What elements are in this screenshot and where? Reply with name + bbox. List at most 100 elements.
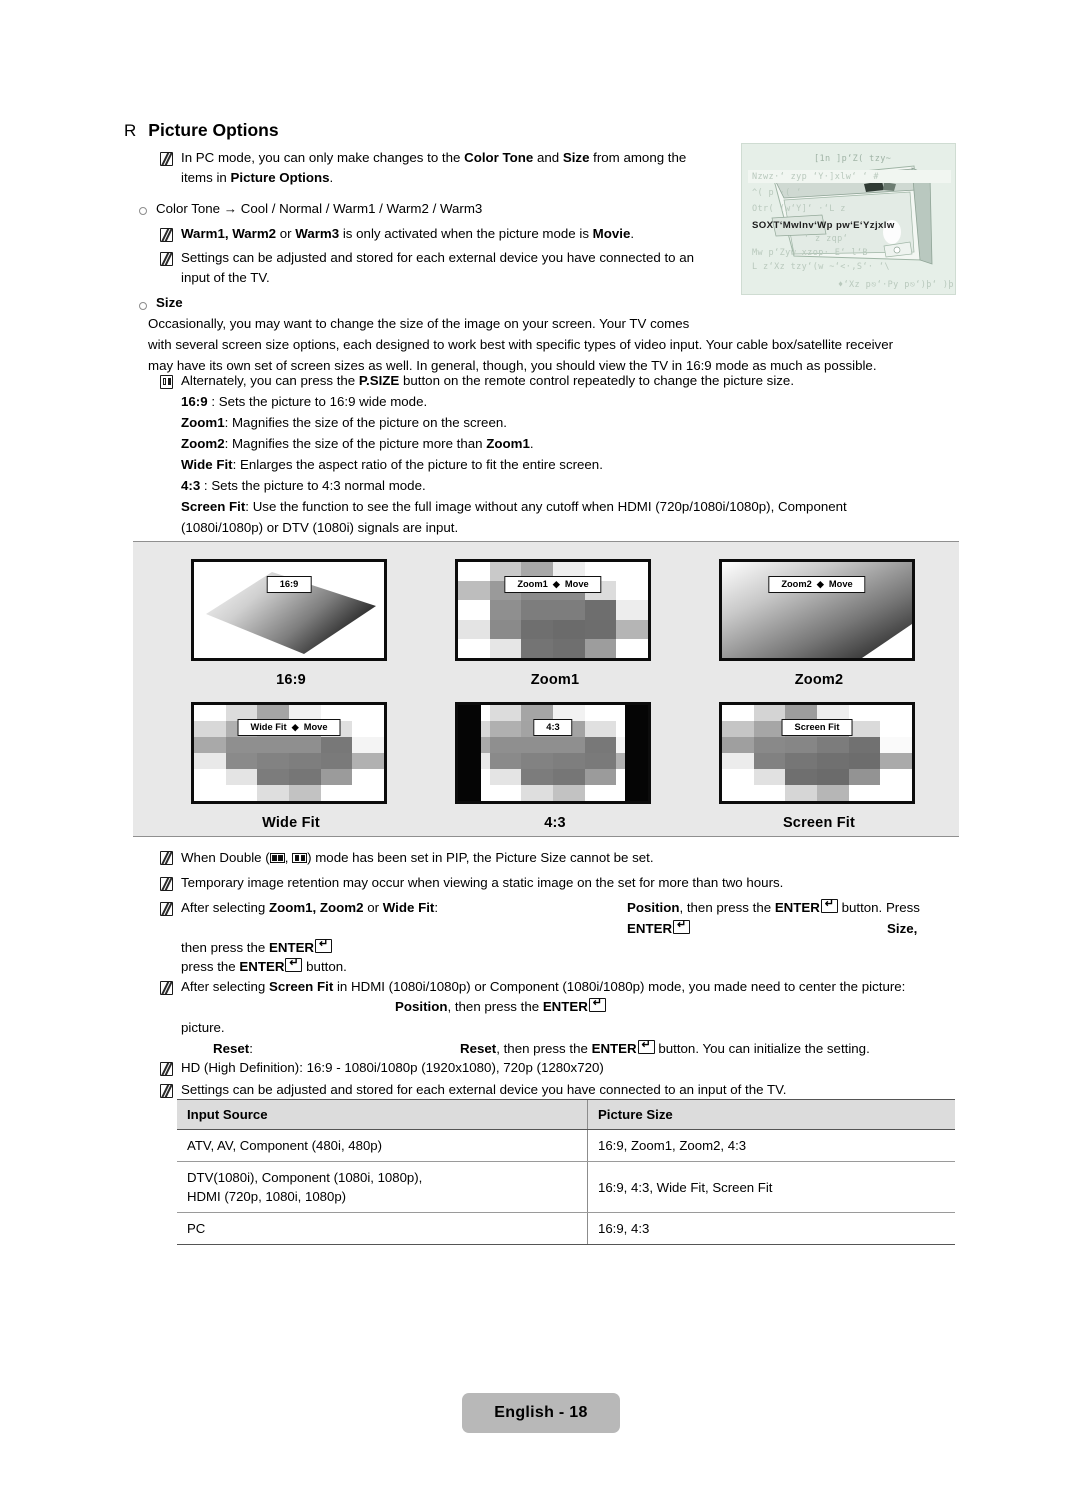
- page-number-badge: English - 18: [462, 1393, 620, 1433]
- note-text-post: from among the: [589, 150, 687, 165]
- note-pencil-icon: [160, 228, 173, 242]
- table-cell-source: ATV, AV, Component (480i, 480p): [177, 1129, 588, 1162]
- note-text-post: button. You can initialize the setting.: [654, 1041, 870, 1056]
- mode-desc: Magnifies the size of the picture more t…: [231, 436, 487, 451]
- note-after-screenfit: After selecting Screen Fit in HDMI (1080…: [181, 977, 905, 998]
- osd-badge-move: Move: [564, 579, 589, 589]
- note-text-period: .: [630, 226, 635, 241]
- table-cell-size: 16:9, Zoom1, Zoom2, 4:3: [587, 1129, 955, 1162]
- note-after-zoom-line3: then press the ENTER: [181, 938, 333, 959]
- pillarbox-bar-left: [458, 705, 481, 801]
- note-text-colon: :: [249, 1041, 253, 1056]
- table-header-picture-size: Picture Size: [587, 1099, 955, 1130]
- sample-caption: 16:9: [276, 672, 306, 688]
- sample-caption: Zoom1: [530, 672, 580, 688]
- note-bold-position: Position: [395, 999, 448, 1014]
- note-after-screenfit-line2: Position, then press the ENTER: [395, 997, 606, 1018]
- note-bold-widefit: Wide Fit: [382, 900, 435, 915]
- section-title-text: Picture Options: [148, 120, 279, 140]
- osd-line-8: ♦‘Xz p⎋‘·Py p⎋‘)þ‘ )þ: [838, 280, 954, 290]
- note-pencil-icon: [160, 851, 173, 865]
- note-pencil-icon: [160, 152, 173, 166]
- note-bold-color-tone: Color Tone: [464, 150, 534, 165]
- circle-bullet-icon: [139, 207, 147, 215]
- table-cell-size: 16:9, 4:3, Wide Fit, Screen Fit: [587, 1161, 955, 1213]
- osd-badge-text: Zoom2: [781, 579, 812, 589]
- page-title: R Picture Options: [124, 120, 279, 141]
- note-text-press: press the: [181, 959, 240, 974]
- mode-desc-screenfit: Screen Fit: Use the function to see the …: [181, 497, 847, 518]
- note-text-press: , then press the: [679, 900, 775, 915]
- note-after-zoom-left: After selecting Zoom1, Zoom2 or Wide Fit…: [181, 898, 438, 919]
- note-text-button: button.: [302, 959, 347, 974]
- note-bold-warm12: Warm1, Warm2: [181, 226, 277, 241]
- table-header-input-source: Input Source: [177, 1099, 588, 1130]
- size-alternately: Alternately, you can press the P.SIZE bu…: [181, 371, 794, 392]
- mode-sep: :: [224, 436, 232, 451]
- table-cell-size: 16:9, 4:3: [587, 1212, 955, 1245]
- table-cell-source-line1: DTV(1080i), Component (1080i, 1080p),: [187, 1170, 423, 1185]
- size-paragraph-line2: with several screen size options, each d…: [148, 337, 894, 352]
- mode-desc-tail: .: [529, 436, 534, 451]
- note-text-mid: and: [533, 150, 563, 165]
- tv-screen-preview: 16:9: [191, 559, 387, 661]
- mode-desc: Use the function to see the full image w…: [252, 499, 847, 514]
- sample-caption: Wide Fit: [262, 815, 320, 831]
- mode-desc-43: 4:3 : Sets the picture to 4:3 normal mod…: [181, 476, 426, 497]
- osd-badge: Zoom1 ◆ Move: [504, 576, 602, 593]
- mode-desc-zoom1: Zoom1: Magnifies the size of the picture…: [181, 413, 507, 434]
- tv-screen-preview: Screen Fit: [719, 702, 915, 804]
- table-cell-source-line2: HDMI (720p, 1080i, 1080p): [187, 1189, 347, 1204]
- mode-desc: Sets the picture to 16:9 wide mode.: [218, 394, 428, 409]
- mode-term: Screen Fit: [181, 499, 246, 514]
- note-pencil-icon: [160, 252, 173, 266]
- note-text-colon: :: [434, 900, 439, 915]
- size-label: Size: [156, 295, 183, 310]
- circle-bullet-icon: [139, 302, 147, 310]
- osd-menu-illustration: [1n ]p‘Z( tzy~ Nzwz·‘ zyp ‘Y·]xlw‘ ‘ # ^…: [741, 143, 956, 295]
- osd-badge: Screen Fit: [781, 719, 853, 736]
- note-bold-picture-options: Picture Options: [230, 170, 330, 185]
- note-after-screenfit-line3: picture.: [181, 1020, 225, 1035]
- note-warm-modes: Warm1, Warm2 or Warm3 is only activated …: [181, 224, 634, 245]
- input-source-picture-size-table: Input Source Picture Size ATV, AV, Compo…: [177, 1099, 955, 1245]
- note-bold-enter: ENTER: [774, 900, 820, 915]
- note-text-period: .: [329, 170, 334, 185]
- note-bold-screenfit: Screen Fit: [268, 979, 334, 994]
- note-after-zoom-line4: press the ENTER button.: [181, 957, 347, 978]
- note-bold-enter: ENTER: [268, 940, 315, 955]
- note-after-zoom-right: Position, then press the ENTER button. P…: [627, 898, 920, 919]
- table-header-row: Input Source Picture Size: [177, 1099, 955, 1130]
- mode-desc-screenfit-line2: (1080i/1080p) or DTV (1080i) signals are…: [181, 520, 459, 535]
- osd-line-1: Nzwz·‘ zyp ‘Y·]xlw‘ ‘ #: [752, 172, 879, 182]
- note-bold-size: Size,: [887, 921, 918, 936]
- enter-key-icon: [315, 939, 333, 953]
- note-pencil-icon: [160, 981, 173, 995]
- mode-term: Wide Fit: [181, 457, 233, 472]
- mode-term: Zoom2: [181, 436, 225, 451]
- note-pencil-icon: [160, 1062, 173, 1076]
- note-pencil-icon: [160, 902, 173, 916]
- osd-badge-text: 4:3: [546, 722, 560, 732]
- sample-cell-169: 16:9 16:9: [191, 559, 391, 688]
- note-pencil-icon: [160, 1084, 173, 1098]
- enter-key-icon: [637, 1040, 655, 1054]
- osd-line-3: Otr( (w‘Y]‘ ·‘L z: [752, 204, 846, 214]
- sample-caption: Screen Fit: [782, 815, 856, 831]
- mode-sep: :: [245, 499, 253, 514]
- tv-screen-preview: Zoom1 ◆ Move: [455, 559, 651, 661]
- pillarbox-bar-right: [625, 705, 648, 801]
- note-text-press: , then press the: [496, 1041, 592, 1056]
- mode-sep: :: [207, 394, 219, 409]
- osd-line-0: [1n ]p‘Z( tzy~: [814, 154, 892, 164]
- note-text-then: then press the: [181, 940, 269, 955]
- osd-badge-move: Move: [828, 579, 853, 589]
- osd-line-2: ^( p ·( ‘: [752, 188, 802, 198]
- note-text-pre: After selecting: [181, 900, 269, 915]
- tv-screen-preview: 4:3: [455, 702, 651, 804]
- note-settings-stored-line2: input of the TV.: [181, 270, 270, 285]
- osd-badge: 4:3: [533, 719, 573, 736]
- size-paragraph-line1: Occasionally, you may want to change the…: [148, 316, 690, 331]
- mode-desc-169: 16:9 : Sets the picture to 16:9 wide mod…: [181, 392, 427, 413]
- remote-button-icon: [160, 375, 173, 389]
